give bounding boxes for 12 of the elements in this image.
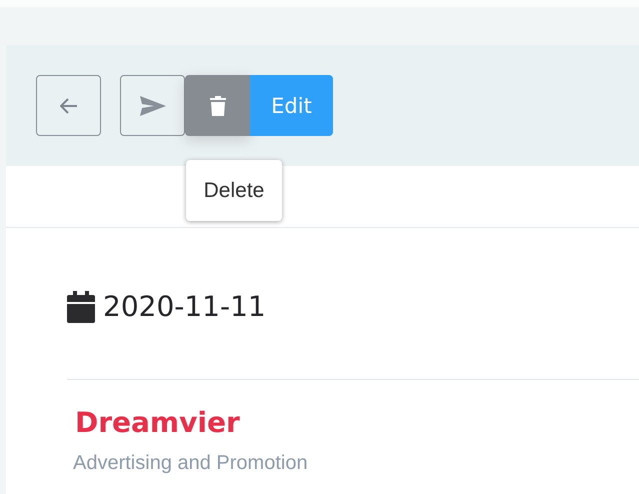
send-icon bbox=[140, 96, 166, 116]
calendar-icon bbox=[67, 291, 95, 323]
tooltip: Delete bbox=[186, 160, 282, 221]
back-button[interactable] bbox=[36, 75, 101, 136]
event-date: 2020-11-11 bbox=[103, 289, 266, 325]
company-name: Dreamvier bbox=[75, 406, 241, 440]
send-button[interactable] bbox=[120, 75, 185, 136]
edit-button[interactable]: Edit bbox=[250, 75, 333, 136]
trash-icon bbox=[210, 96, 226, 116]
back-arrow-icon bbox=[60, 98, 78, 114]
company-category: Advertising and Promotion bbox=[73, 451, 309, 476]
delete-button[interactable] bbox=[185, 75, 250, 136]
